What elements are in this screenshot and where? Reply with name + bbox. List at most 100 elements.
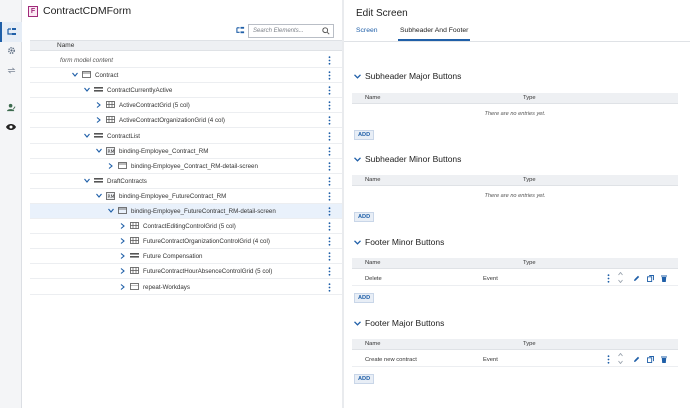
- kebab-icon[interactable]: [607, 274, 610, 283]
- kebab-icon[interactable]: [328, 267, 331, 277]
- col-name-header: Name: [365, 177, 381, 183]
- section-icon: [94, 132, 103, 139]
- kebab-icon[interactable]: [328, 161, 331, 171]
- kebab-icon[interactable]: [328, 177, 331, 186]
- chevron-down-icon[interactable]: [108, 208, 114, 213]
- reorder-icon[interactable]: [618, 353, 623, 364]
- chevron-down-icon[interactable]: [72, 72, 78, 77]
- add-button[interactable]: ADD: [354, 374, 375, 384]
- tree-row[interactable]: form model content: [30, 53, 342, 68]
- tree-row[interactable]: ContractCurrentlyActive: [30, 83, 342, 99]
- section-header[interactable]: Footer Major Buttons: [354, 318, 444, 328]
- tree-row[interactable]: binding-Employee_FutureContract_RM-detai…: [30, 204, 342, 219]
- add-button[interactable]: ADD: [354, 212, 375, 222]
- chevron-right-icon[interactable]: [120, 238, 125, 245]
- table-header: Name Type: [352, 175, 678, 186]
- tree-row[interactable]: RM binding-Employee_FutureContract_RM: [30, 189, 342, 204]
- table-row[interactable]: Create new contract Event: [352, 352, 678, 367]
- chevron-right-icon[interactable]: [120, 253, 125, 260]
- rail-tree-button[interactable]: [0, 22, 22, 42]
- kebab-icon[interactable]: [328, 222, 331, 231]
- column-name-label: Name: [57, 42, 75, 49]
- search-icon[interactable]: [322, 27, 330, 35]
- chevron-right-icon[interactable]: [96, 102, 101, 109]
- chevron-right-icon[interactable]: [120, 223, 125, 230]
- kebab-icon[interactable]: [328, 56, 331, 65]
- chevron-right-icon[interactable]: [120, 283, 125, 290]
- chevron-down-icon[interactable]: [354, 320, 361, 326]
- delete-icon[interactable]: [661, 356, 667, 363]
- kebab-icon[interactable]: [328, 86, 331, 95]
- delete-icon[interactable]: [661, 275, 667, 282]
- tree-row[interactable]: ContractEditingControlGrid (5 col): [30, 219, 342, 235]
- kebab-icon[interactable]: [328, 192, 331, 201]
- rail-person-button[interactable]: [0, 97, 22, 117]
- tab-subheader-and-footer[interactable]: Subheader And Footer: [398, 27, 471, 41]
- edit-icon[interactable]: [633, 275, 640, 282]
- chevron-right-icon[interactable]: [108, 162, 113, 169]
- chevron-down-icon[interactable]: [84, 133, 90, 138]
- tree-row[interactable]: Future Compensation: [30, 249, 342, 265]
- kebab-icon[interactable]: [328, 237, 331, 246]
- copy-icon[interactable]: [647, 275, 654, 282]
- tree-row-label: FutureContractHourAbsenceControlGrid (5 …: [143, 268, 273, 276]
- chevron-down-icon[interactable]: [84, 87, 90, 93]
- tree-row[interactable]: DraftContracts: [30, 174, 342, 189]
- section-icon: [130, 252, 139, 259]
- section-header[interactable]: Subheader Major Buttons: [354, 71, 461, 81]
- tab-screen[interactable]: Screen: [356, 27, 378, 41]
- chevron-down-icon[interactable]: [84, 178, 90, 183]
- chevron-right-icon[interactable]: [120, 268, 125, 275]
- kebab-icon[interactable]: [328, 71, 331, 80]
- chevron-right-icon[interactable]: [96, 117, 101, 124]
- screen-icon: [82, 71, 91, 78]
- chevron-down-icon[interactable]: [96, 148, 102, 153]
- tree-row[interactable]: Contract: [30, 68, 342, 84]
- tree-row[interactable]: RM binding-Employee_Contract_RM: [30, 144, 342, 159]
- section-header[interactable]: Footer Minor Buttons: [354, 237, 444, 247]
- kebab-icon[interactable]: [328, 282, 331, 292]
- add-button[interactable]: ADD: [354, 293, 375, 303]
- tree-row[interactable]: FutureContractOrganizationControlGrid (4…: [30, 234, 342, 250]
- tree-row-label: binding-Employee_Contract_RM-detail-scre…: [131, 162, 258, 170]
- edit-icon[interactable]: [633, 356, 640, 363]
- tree-row-label: ActiveContractOrganizationGrid (4 col): [119, 117, 225, 125]
- table-row[interactable]: Delete Event: [352, 271, 678, 286]
- kebab-icon[interactable]: [328, 116, 331, 126]
- chevron-down-icon[interactable]: [354, 156, 361, 162]
- kebab-icon[interactable]: [328, 101, 331, 110]
- kebab-icon[interactable]: [328, 207, 331, 216]
- tree-row-label: ContractList: [107, 132, 141, 140]
- rail-swap-button[interactable]: [0, 60, 22, 80]
- tree-row-label: repeat-Workdays: [143, 283, 190, 291]
- kebab-icon[interactable]: [607, 355, 610, 364]
- chevron-down-icon[interactable]: [96, 193, 102, 198]
- tree-row-label: DraftContracts: [107, 177, 147, 185]
- tree-row[interactable]: ContractList: [30, 129, 342, 144]
- tree-row[interactable]: ActiveContractOrganizationGrid (4 col): [30, 113, 342, 129]
- chevron-down-icon[interactable]: [354, 239, 361, 245]
- search-input[interactable]: Search Elements...: [248, 24, 334, 38]
- row-type: Event: [483, 357, 498, 363]
- tree-row[interactable]: ActiveContractGrid (5 col): [30, 98, 342, 114]
- repeat-icon: [130, 282, 139, 290]
- kebab-icon[interactable]: [328, 252, 331, 261]
- tree-row[interactable]: repeat-Workdays: [30, 280, 342, 295]
- tree-row[interactable]: FutureContractHourAbsenceControlGrid (5 …: [30, 264, 342, 280]
- copy-icon[interactable]: [647, 356, 654, 363]
- add-button[interactable]: ADD: [354, 130, 375, 140]
- kebab-icon[interactable]: [328, 131, 331, 141]
- chevron-down-icon[interactable]: [354, 73, 361, 79]
- kebab-icon[interactable]: [328, 146, 331, 156]
- binding-icon: RM: [106, 191, 115, 200]
- tree-row-label: binding-Employee_FutureContract_RM: [119, 192, 227, 200]
- rail-preview-button[interactable]: [0, 117, 22, 137]
- tree-row-label: Contract: [95, 72, 119, 80]
- section-header[interactable]: Subheader Minor Buttons: [354, 154, 461, 164]
- svg-text:RM: RM: [108, 194, 115, 200]
- tree-toggle-button[interactable]: [236, 26, 245, 35]
- rail-settings-button[interactable]: [0, 40, 22, 60]
- tree-icon: [236, 26, 245, 34]
- reorder-icon[interactable]: [618, 272, 623, 283]
- tree-row[interactable]: binding-Employee_Contract_RM-detail-scre…: [30, 159, 342, 174]
